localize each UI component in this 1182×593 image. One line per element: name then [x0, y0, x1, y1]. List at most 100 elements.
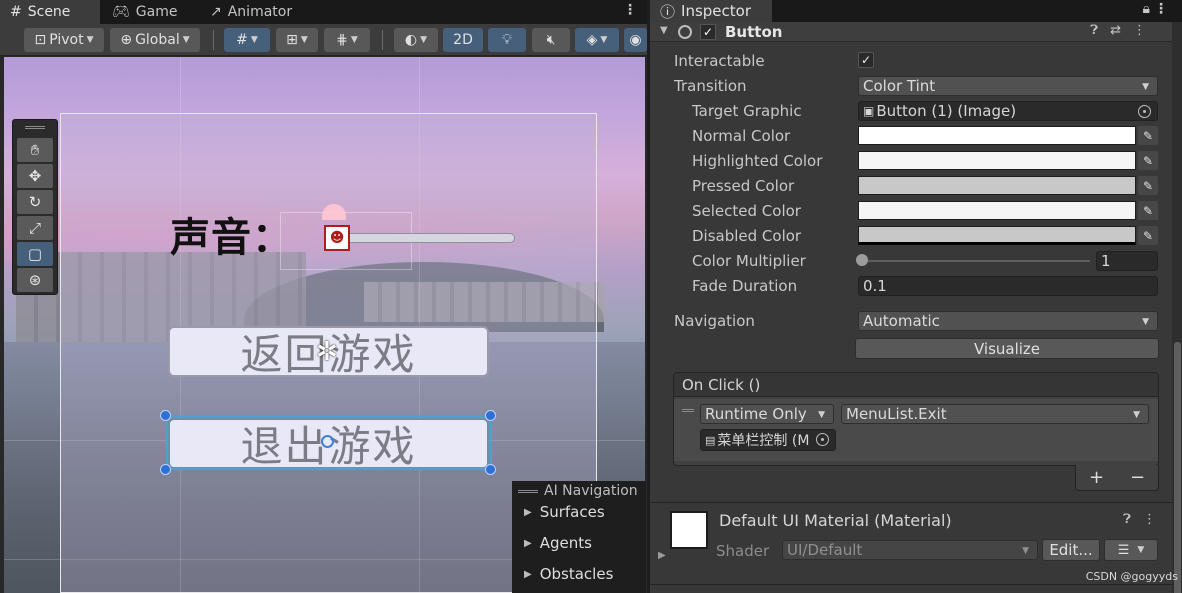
resize-handle[interactable] [160, 464, 171, 475]
drag-grip-icon[interactable] [25, 126, 45, 129]
eyedropper-icon[interactable]: ✎ [1138, 226, 1158, 245]
grid-icon: # [10, 4, 22, 20]
drag-grip-icon[interactable] [682, 409, 694, 412]
button-component-header[interactable]: ▼ ✓ Button ❓︎ ⇄ ⋮ [650, 22, 1172, 42]
preset-icon[interactable]: ⇄ [1110, 23, 1121, 38]
hand-tool-button[interactable]: ✋︎ [17, 138, 53, 162]
remove-event-button[interactable]: − [1130, 467, 1145, 488]
transition-dropdown[interactable]: Color Tint ▼ [858, 76, 1158, 96]
pivot-dropdown[interactable]: ⊡ Pivot ▼ [24, 28, 104, 52]
mode-2d-toggle[interactable]: 2D [443, 28, 483, 52]
ai-nav-item-agents[interactable]: ▶ Agents [524, 534, 592, 552]
pressed-color-label: Pressed Color [692, 177, 795, 195]
visibility-toggle[interactable]: ◉ [624, 28, 647, 52]
eyedropper-icon[interactable]: ✎ [1138, 126, 1158, 145]
volume-slider-handle[interactable]: ☻ [324, 225, 350, 251]
scale-tool-button[interactable]: ⤢ [17, 216, 53, 240]
move-tool-button[interactable]: ✥ [17, 164, 53, 188]
interactable-checkbox[interactable]: ✓ [858, 52, 874, 68]
pivot-point[interactable] [321, 435, 334, 448]
eyedropper-icon[interactable]: ✎ [1138, 201, 1158, 220]
audio-toggle[interactable]: 🔇︎ [532, 28, 570, 52]
tab-game[interactable]: 🎮︎ Game [102, 0, 187, 24]
tab-inspector[interactable]: ⓘ Inspector [650, 0, 772, 22]
grid-visibility-button[interactable]: ⋕ ▼ [324, 28, 370, 52]
object-picker-icon[interactable] [1138, 105, 1151, 118]
ai-nav-item-obstacles[interactable]: ▶ Obstacles [524, 565, 613, 583]
transition-label: Transition [674, 77, 747, 95]
selected-color-label: Selected Color [692, 202, 801, 220]
material-title: Default UI Material (Material) [719, 511, 952, 530]
help-icon[interactable]: ❓︎ [1123, 512, 1131, 527]
object-picker-icon[interactable] [816, 433, 829, 446]
navigation-dropdown[interactable]: Automatic ▼ [858, 311, 1158, 331]
target-graphic-field[interactable]: ▣ Button (1) (Image) [858, 101, 1158, 121]
triangle-right-icon[interactable]: ▶ [658, 550, 666, 561]
increment-snap-button[interactable]: ⊞ ▼ [276, 28, 318, 52]
disabled-color-label: Disabled Color [692, 227, 802, 245]
resize-handle[interactable] [485, 464, 496, 475]
inspector-scrollbar[interactable] [1172, 22, 1182, 593]
resize-handle[interactable] [485, 410, 496, 421]
lock-icon[interactable]: 🔒︎ [1143, 1, 1150, 17]
ai-nav-item-surfaces[interactable]: ▶ Surfaces [524, 503, 605, 521]
chevron-down-icon: ▼ [1133, 410, 1140, 420]
fade-duration-input[interactable]: 0.1 [858, 276, 1158, 296]
resize-handle[interactable] [160, 410, 171, 421]
chevron-down-icon: ▼ [818, 410, 825, 420]
color-multiplier-slider[interactable] [862, 260, 1090, 262]
edit-shader-button[interactable]: Edit... [1042, 539, 1100, 561]
chevron-down-icon: ▼ [350, 35, 358, 45]
effects-dropdown[interactable]: ◈ ▼ [575, 28, 619, 52]
component-enabled-checkbox[interactable]: ✓ [700, 24, 716, 40]
add-event-button[interactable]: + [1089, 467, 1104, 488]
shader-options-dropdown[interactable]: ☰ ▼ [1104, 539, 1158, 561]
highlighted-color-swatch[interactable] [858, 151, 1136, 170]
globe-icon: ⊕ [120, 32, 133, 48]
highlighted-color-label: Highlighted Color [692, 152, 823, 170]
color-multiplier-input[interactable]: 1 [1096, 251, 1158, 271]
scene-tabbar: # Scene 🎮︎ Game ↗ Animator ⋮ [0, 0, 647, 24]
transform-tool-button[interactable]: ⊛ [17, 268, 53, 292]
foldout-down-icon[interactable]: ▼ [660, 25, 668, 36]
scene-panel: # Scene 🎮︎ Game ↗ Animator ⋮ ⊡ Pivot ▼ ⊕… [0, 0, 647, 593]
more-options-icon[interactable]: ⋮ [1154, 1, 1168, 17]
snap-increment-icon: ⊞ [286, 32, 298, 48]
watermark: CSDN @gogyyds [1085, 570, 1178, 583]
more-options-icon[interactable]: ⋮ [1143, 512, 1156, 527]
shader-dropdown[interactable]: UI/Default ▼ [782, 540, 1038, 560]
help-icon[interactable]: ❓︎ [1090, 23, 1098, 38]
grid-snap-button[interactable]: # ▼ [224, 28, 270, 52]
more-options-icon[interactable]: ⋮ [623, 2, 637, 18]
rect-tool-button[interactable]: ▢ [17, 242, 53, 266]
color-multiplier-slider-knob[interactable] [856, 254, 868, 266]
target-graphic-label: Target Graphic [692, 102, 802, 120]
onclick-event-list: On Click () Runtime Only ▼ MenuList.Exit… [673, 372, 1159, 466]
visualize-button[interactable]: Visualize [855, 338, 1159, 359]
lighting-toggle[interactable]: 💡︎ [488, 28, 526, 52]
ai-navigation-header[interactable]: AI Navigation [512, 481, 646, 501]
disabled-color-swatch[interactable] [858, 226, 1136, 245]
scale-icon: ⤢ [28, 219, 41, 237]
grid-lines-icon: ⋕ [336, 32, 348, 48]
component-icon [678, 25, 692, 39]
more-options-icon[interactable]: ⋮ [1133, 23, 1146, 38]
function-dropdown[interactable]: MenuList.Exit ▼ [841, 404, 1149, 424]
shading-mode-button[interactable]: ◐ ▼ [394, 28, 438, 52]
pressed-color-swatch[interactable] [858, 176, 1136, 195]
selected-color-swatch[interactable] [858, 201, 1136, 220]
tab-animator[interactable]: ↗ Animator [200, 0, 302, 24]
target-object-field[interactable]: ▤ 菜单栏控制 (M [700, 429, 836, 451]
tab-scene[interactable]: # Scene [0, 0, 100, 24]
global-dropdown[interactable]: ⊕ Global ▼ [110, 28, 200, 52]
volume-slider-track[interactable] [330, 233, 515, 243]
list-icon: ☰ [1117, 542, 1130, 558]
triangle-right-icon: ▶ [524, 568, 532, 580]
runtime-mode-dropdown[interactable]: Runtime Only ▼ [700, 404, 834, 424]
eyedropper-icon[interactable]: ✎ [1138, 151, 1158, 170]
normal-color-swatch[interactable] [858, 126, 1136, 145]
eyedropper-icon[interactable]: ✎ [1138, 176, 1158, 195]
triangle-right-icon: ▶ [524, 537, 532, 549]
scrollbar-thumb[interactable] [1174, 342, 1181, 593]
rotate-tool-button[interactable]: ↻ [17, 190, 53, 214]
